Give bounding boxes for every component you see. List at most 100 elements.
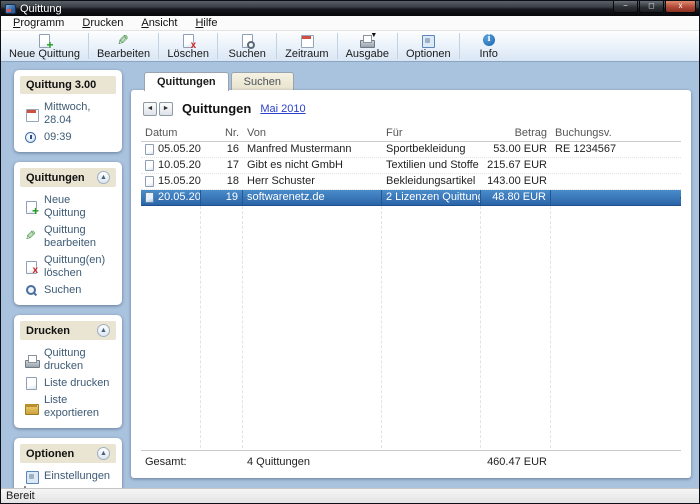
receipt-icon [145, 176, 154, 187]
info-panel-header: Quittung 3.00 [20, 76, 116, 94]
calendar-icon [24, 108, 38, 121]
table-empty-area [141, 206, 681, 448]
section-title: Quittungen [26, 172, 85, 184]
sidebar-item-settings[interactable]: Einstellungen [24, 470, 114, 483]
export-icon [24, 401, 38, 414]
status-text: Bereit [6, 490, 35, 502]
titlebar: Quittung − ◻ x [1, 1, 699, 16]
sidebar-item-edit-receipt[interactable]: Quittung bearbeiten [24, 224, 114, 250]
menu-ansicht[interactable]: Ansicht [132, 16, 186, 31]
toolbar-info-button[interactable]: Info [460, 31, 518, 61]
table-row[interactable]: 10.05.2010 17 Gibt es nicht GmbH Textili… [141, 158, 681, 174]
tab-quittungen[interactable]: Quittungen [144, 72, 229, 91]
window-title: Quittung [20, 3, 62, 15]
options-panel-header: Optionen ▲ [20, 444, 116, 463]
sidebar-item-label: Suchen [44, 284, 81, 297]
sidebar: Quittung 3.00 Mittwoch, 28.04 09:39 Quit… [9, 70, 122, 478]
column-header-von[interactable]: Von [243, 126, 382, 141]
sidebar-item-label: Liste drucken [44, 377, 109, 390]
sidebar-item-label: Neue Quittung [44, 194, 114, 220]
column-header-datum[interactable]: Datum [141, 126, 201, 141]
date-row: Mittwoch, 28.04 [24, 101, 114, 127]
sidebar-item-label: Quittung(en) löschen [44, 254, 114, 280]
table-header: Datum Nr. Von Für Betrag Buchungsv. [141, 126, 681, 142]
print-panel: Drucken ▲ Quittung drucken Liste drucken… [14, 315, 122, 428]
menu-drucken[interactable]: Drucken [73, 16, 132, 31]
sidebar-item-label: Quittung drucken [44, 347, 114, 373]
toolbar: Neue Quittung Bearbeiten Löschen Suchen … [1, 31, 699, 62]
search-icon [239, 34, 255, 48]
menu-hilfe[interactable]: Hilfe [186, 16, 226, 31]
sidebar-item-label: Liste exportieren [44, 394, 114, 420]
previous-month-button[interactable]: ◄ [143, 102, 157, 116]
sidebar-item-new-receipt[interactable]: Neue Quittung [24, 194, 114, 220]
menubar: Programm Drucken Ansicht Hilfe [1, 16, 699, 31]
minimize-button[interactable]: − [613, 1, 638, 13]
new-receipt-icon [36, 34, 52, 48]
delete-icon [180, 34, 196, 48]
maximize-button[interactable]: ◻ [639, 1, 664, 13]
section-title: Drucken [26, 325, 70, 337]
toolbar-new-receipt-button[interactable]: Neue Quittung [1, 31, 88, 61]
sidebar-item-label: Quittung bearbeiten [44, 224, 114, 250]
toolbar-delete-button[interactable]: Löschen [159, 31, 217, 61]
window-controls: − ◻ x [612, 1, 696, 13]
sidebar-item-delete-receipt[interactable]: Quittung(en) löschen [24, 254, 114, 280]
options-panel: Optionen ▲ Einstellungen Sprache Beenden [14, 438, 122, 488]
edit-icon [24, 231, 38, 244]
column-header-fuer[interactable]: Für [382, 126, 481, 141]
options-icon [420, 34, 436, 48]
table-row-selected[interactable]: 20.05.2010 19 softwarenetz.de 2 Lizenzen… [141, 190, 681, 206]
toolbar-period-button[interactable]: Zeitraum [277, 31, 336, 61]
menu-programm[interactable]: Programm [4, 16, 73, 31]
list-navigation: ◄ ► Quittungen Mai 2010 [143, 101, 681, 116]
current-time: 09:39 [44, 131, 72, 144]
receipts-table: Datum Nr. Von Für Betrag Buchungsv. 05.0… [141, 126, 681, 472]
section-title: Optionen [26, 448, 74, 460]
total-label: Gesamt: [141, 451, 201, 472]
print-panel-header: Drucken ▲ [20, 321, 116, 340]
clock-icon [24, 131, 38, 144]
statusbar: Bereit [1, 488, 699, 503]
app-window: Quittung − ◻ x Programm Drucken Ansicht … [0, 0, 700, 504]
sidebar-item-export-list[interactable]: Liste exportieren [24, 394, 114, 420]
toolbar-output-button[interactable]: ▼ Ausgabe [338, 31, 397, 61]
tab-bar: Quittungen Suchen [131, 70, 691, 90]
receipts-panel-items: Neue Quittung Quittung bearbeiten Quittu… [20, 187, 116, 297]
tab-suchen[interactable]: Suchen [231, 72, 294, 90]
time-row: 09:39 [24, 131, 114, 144]
edit-icon [116, 34, 132, 48]
table-row[interactable]: 15.05.2010 18 Herr Schuster Bekleidungsa… [141, 174, 681, 190]
toolbar-edit-button[interactable]: Bearbeiten [89, 31, 158, 61]
next-month-button[interactable]: ► [159, 102, 173, 116]
receipt-icon [145, 192, 154, 203]
collapse-button[interactable]: ▲ [97, 324, 110, 337]
options-panel-items: Einstellungen Sprache Beenden [20, 463, 116, 488]
receipt-list-panel: ◄ ► Quittungen Mai 2010 Datum Nr. Von Fü… [131, 90, 691, 478]
column-header-buchungsv[interactable]: Buchungsv. [551, 126, 681, 141]
calendar-icon [299, 34, 315, 48]
close-button[interactable]: x [665, 1, 696, 13]
main-area: Quittungen Suchen ◄ ► Quittungen Mai 201… [131, 70, 691, 478]
table-row[interactable]: 05.05.2010 16 Manfred Mustermann Sportbe… [141, 142, 681, 158]
collapse-button[interactable]: ▲ [97, 171, 110, 184]
toolbar-options-button[interactable]: Optionen [398, 31, 459, 61]
period-link[interactable]: Mai 2010 [260, 103, 305, 115]
month-nav: ◄ ► [143, 102, 173, 116]
sidebar-item-label: Einstellungen [44, 470, 110, 483]
toolbar-search-button[interactable]: Suchen [218, 31, 276, 61]
document-icon [24, 377, 38, 390]
info-panel: Quittung 3.00 Mittwoch, 28.04 09:39 [14, 70, 122, 152]
receipts-panel-header: Quittungen ▲ [20, 168, 116, 187]
list-title: Quittungen [182, 101, 251, 116]
sidebar-item-search[interactable]: Suchen [24, 284, 114, 297]
collapse-button[interactable]: ▲ [97, 447, 110, 460]
sidebar-item-print-list[interactable]: Liste drucken [24, 377, 114, 390]
receipt-count: 4 Quittungen [243, 451, 382, 472]
column-header-nr[interactable]: Nr. [201, 126, 243, 141]
sidebar-item-print-receipt[interactable]: Quittung drucken [24, 347, 114, 373]
column-header-betrag[interactable]: Betrag [481, 126, 551, 141]
info-rows: Mittwoch, 28.04 09:39 [20, 94, 116, 144]
search-icon [24, 284, 38, 297]
receipt-icon [145, 144, 154, 155]
